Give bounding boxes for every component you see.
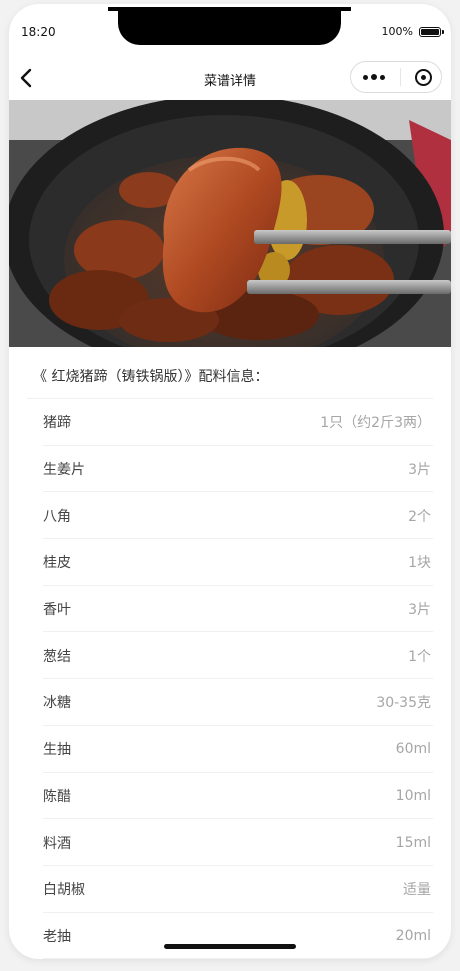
ingredient-qty: 30-35克: [376, 695, 431, 712]
navigation-bar: 菜谱详情: [9, 56, 451, 100]
ingredient-row: 生姜片 3片: [27, 446, 433, 493]
recipe-hero-image: [9, 100, 451, 347]
ingredient-row: 白胡椒 适量: [27, 866, 433, 913]
ingredient-qty: 15ml: [395, 834, 431, 851]
battery-icon: [419, 26, 444, 37]
ingredient-qty: 20ml: [395, 927, 431, 944]
ingredient-row: 桂皮 1块: [27, 539, 433, 586]
ingredient-name: 生抽: [43, 742, 71, 759]
ingredient-name: 桂皮: [43, 555, 71, 572]
mini-program-capsule: [350, 61, 442, 93]
ingredient-name: 香叶: [43, 602, 71, 619]
ingredient-row: 老抽 20ml: [27, 913, 433, 959]
ingredient-row: 生抽 60ml: [27, 726, 433, 773]
ingredient-row: 葱结 1个: [27, 632, 433, 679]
ingredient-name: 陈醋: [43, 788, 71, 805]
ingredients-section-title: 《 红烧猪蹄（铸铁锅版）》配料信息：: [33, 369, 269, 385]
ingredient-row: 冰糖 30-35克: [27, 679, 433, 726]
home-indicator[interactable]: [164, 944, 296, 949]
battery-percent: 100%: [381, 25, 413, 38]
ingredient-qty: 适量: [403, 882, 431, 899]
ingredient-qty: 1个: [408, 648, 431, 665]
ingredient-qty: 1块: [408, 555, 431, 572]
phone-screen: 18:20 100% 菜谱详情 《 红烧猪蹄（铸铁锅版）》配料信息： 猪蹄 1只…: [9, 4, 451, 959]
ingredient-row: 八角 2个: [27, 492, 433, 539]
ingredient-name: 生姜片: [43, 462, 85, 479]
status-time: 18:20: [21, 25, 56, 39]
ingredient-row: 料酒 15ml: [27, 819, 433, 866]
ingredient-qty: 60ml: [395, 741, 431, 758]
ingredient-name: 葱结: [43, 648, 71, 665]
capsule-divider: [399, 68, 401, 86]
status-right: 100%: [381, 25, 444, 38]
ingredient-qty: 1只（约2斤3两）: [320, 415, 431, 432]
ingredient-qty: 2个: [408, 508, 431, 525]
ingredient-row: 香叶 3片: [27, 586, 433, 633]
ingredient-name: 八角: [43, 508, 71, 525]
camera-notch: [108, 7, 351, 45]
ingredient-row: 猪蹄 1只（约2斤3两）: [27, 399, 433, 446]
ingredient-qty: 10ml: [395, 787, 431, 804]
ingredient-name: 老抽: [43, 928, 71, 945]
ingredient-name: 白胡椒: [43, 882, 85, 899]
ingredient-qty: 3片: [408, 602, 431, 619]
ingredient-name: 料酒: [43, 835, 71, 852]
target-circle-icon[interactable]: [415, 68, 432, 86]
ingredient-row: 陈醋 10ml: [27, 773, 433, 820]
ingredient-qty: 3片: [408, 462, 431, 479]
ingredient-name: 猪蹄: [43, 415, 71, 432]
more-dots-icon[interactable]: [363, 74, 385, 80]
ingredient-name: 冰糖: [43, 695, 71, 712]
ingredients-list: 猪蹄 1只（约2斤3两） 生姜片 3片 八角 2个 桂皮 1块 香叶 3片 葱结 1个 冰糖…: [27, 398, 433, 959]
